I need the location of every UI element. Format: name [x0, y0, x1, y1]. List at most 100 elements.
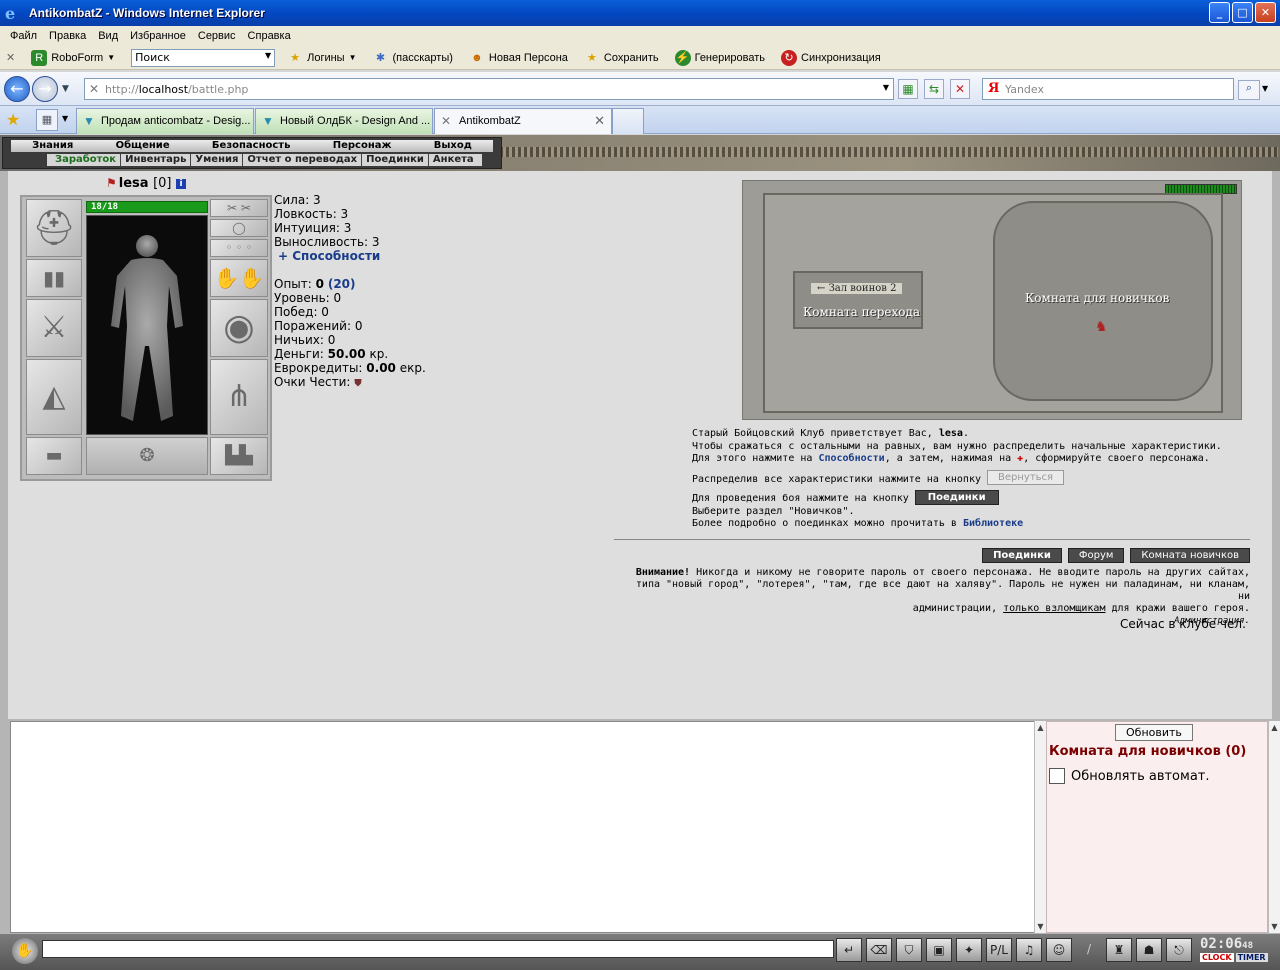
passcards-button[interactable]: ✱ (пасскарты): [373, 50, 453, 66]
stop-icon[interactable]: ✕: [950, 79, 970, 99]
map-label-warriors-hall[interactable]: ← Зал воинов 2: [811, 283, 903, 294]
players-icon[interactable]: ✦: [956, 938, 982, 962]
menu-communication[interactable]: Общение: [116, 140, 170, 152]
window-title: AntikombatZ - Windows Internet Explorer: [29, 6, 265, 20]
shield-slot[interactable]: ◉: [210, 299, 268, 357]
chat-mode-icon[interactable]: ✋: [12, 938, 38, 964]
submenu-skills[interactable]: Умения: [191, 154, 244, 166]
logins-button[interactable]: ★ Логины ▼: [287, 50, 356, 66]
helmet-slot[interactable]: ⛑: [26, 199, 82, 257]
helmet-icon[interactable]: ☗: [1136, 938, 1162, 962]
tab-antikombatz[interactable]: ✕ AntikombatZ ✕: [434, 108, 612, 134]
sound-icon[interactable]: ♫: [1016, 938, 1042, 962]
character-name: ⚑ lesa [0] i: [106, 176, 187, 191]
back-button[interactable]: ←: [4, 75, 30, 102]
menu-help[interactable]: Справка: [242, 30, 297, 42]
bracers-slot[interactable]: ▮▮: [26, 259, 82, 297]
abilities-link[interactable]: + Способности: [278, 249, 426, 263]
auto-refresh-checkbox[interactable]: [1049, 768, 1065, 784]
tab-sell-anticombatz[interactable]: ▼ Продам anticombatz - Desig...: [76, 108, 254, 134]
save-chat-icon[interactable]: ▣: [926, 938, 952, 962]
search-button[interactable]: ⌕: [1238, 80, 1260, 100]
stat-eurocredits: Еврокредиты: 0.00 екр.: [274, 361, 426, 375]
timer-label[interactable]: TIMER: [1235, 953, 1268, 962]
submenu-transfer-report[interactable]: Отчет о переводах: [243, 154, 363, 166]
search-input[interactable]: Я Yandex: [982, 78, 1234, 100]
send-icon[interactable]: ↵: [836, 938, 862, 962]
submenu-fights[interactable]: Поединки: [362, 154, 429, 166]
boots-slot[interactable]: ▙▙: [210, 437, 268, 475]
armor-slot[interactable]: ◭: [26, 359, 82, 435]
newbies-room-button[interactable]: Комната новичков: [1130, 548, 1250, 563]
tab-new-oldbk[interactable]: ▼ Новый ОлдБК - Design And ...: [255, 108, 433, 134]
info-icon[interactable]: i: [176, 179, 187, 189]
map-room-transfer[interactable]: [793, 271, 923, 329]
auto-refresh-option[interactable]: Обновлять автомат.: [1049, 768, 1210, 784]
map-label-transfer-room[interactable]: Комната перехода: [803, 305, 920, 319]
room-scrollbar[interactable]: ▲ ▼: [1268, 721, 1280, 933]
tab-close-icon[interactable]: ✕: [594, 113, 605, 129]
favorites-star-icon[interactable]: ★: [6, 110, 20, 129]
earrings-slot[interactable]: ✂ ✂: [210, 199, 268, 217]
refresh-icon[interactable]: ⇆: [924, 79, 944, 99]
refresh-button[interactable]: Обновить: [1115, 724, 1193, 741]
filter-icon[interactable]: ⛉: [896, 938, 922, 962]
menu-edit[interactable]: Правка: [43, 30, 92, 42]
menu-security[interactable]: Безопасность: [212, 140, 291, 152]
close-toolbar-icon[interactable]: ✕: [6, 51, 15, 64]
tab-list-icon[interactable]: ▼: [62, 114, 68, 123]
ie-logo-icon: e: [5, 4, 16, 23]
eraser-icon[interactable]: ⌫: [866, 938, 892, 962]
new-tab-button[interactable]: [612, 108, 644, 134]
weapon-slot[interactable]: ⚔: [26, 299, 82, 357]
map-label-newbies-room[interactable]: Комната для новичков: [1025, 291, 1169, 305]
belt-slot[interactable]: ▬: [26, 437, 82, 475]
address-dropdown-icon[interactable]: ▼: [883, 83, 889, 92]
menu-file[interactable]: Файл: [4, 30, 43, 42]
new-person-button[interactable]: ☻ Новая Персона: [469, 50, 568, 66]
search-options-icon[interactable]: ▼: [1262, 84, 1268, 93]
translit-icon[interactable]: P/L: [986, 938, 1012, 962]
compat-view-icon[interactable]: ▦: [898, 79, 918, 99]
hackers-link[interactable]: только взломщикам: [1003, 603, 1105, 614]
menu-view[interactable]: Вид: [92, 30, 124, 42]
menu-character[interactable]: Персонаж: [333, 140, 392, 152]
forward-button[interactable]: →: [32, 75, 58, 102]
menu-tools[interactable]: Сервис: [192, 30, 242, 42]
fights-inline-button[interactable]: Поединки: [914, 490, 999, 505]
submenu-earnings[interactable]: Заработок: [51, 154, 122, 166]
maximize-button[interactable]: □: [1232, 2, 1253, 23]
smiley-icon[interactable]: ☺: [1046, 938, 1072, 962]
stat-level: Уровень: 0: [274, 291, 342, 305]
chat-scrollbar[interactable]: ▲ ▼: [1034, 721, 1046, 933]
menu-exit[interactable]: Выход: [434, 140, 472, 152]
menu-favorites[interactable]: Избранное: [124, 30, 192, 42]
submenu-profile[interactable]: Анкета: [429, 154, 478, 166]
save-button[interactable]: ★ Сохранить: [584, 50, 659, 66]
exit-icon[interactable]: ⎋: [1166, 938, 1192, 962]
close-button[interactable]: ✕: [1255, 2, 1276, 23]
bag-icon[interactable]: ♜: [1106, 938, 1132, 962]
gloves-slot[interactable]: ✋✋: [210, 259, 268, 297]
generate-button[interactable]: ⚡ Генерировать: [674, 49, 765, 66]
quick-tabs-icon[interactable]: ▦: [36, 109, 58, 131]
minimize-button[interactable]: _: [1209, 2, 1230, 23]
fights-button[interactable]: Поединки: [982, 548, 1062, 563]
library-link[interactable]: Библиотеке: [963, 518, 1023, 529]
roboform-search-input[interactable]: Поиск ▼: [131, 48, 276, 67]
header-ornament: [500, 147, 1278, 157]
history-dropdown-icon[interactable]: ▼: [62, 84, 69, 94]
abilities-inline-link[interactable]: Способности: [818, 453, 884, 464]
forum-button[interactable]: Форум: [1067, 548, 1125, 563]
submenu-inventory[interactable]: Инвентарь: [121, 154, 192, 166]
leggings-slot[interactable]: ⋔: [210, 359, 268, 435]
roboform-button[interactable]: R RoboForm ▼: [31, 49, 115, 66]
return-button[interactable]: Вернуться: [987, 469, 1065, 485]
clock-label[interactable]: CLOCK: [1200, 953, 1234, 962]
amulet-slot[interactable]: ◯: [210, 219, 268, 237]
address-input[interactable]: ✕ http://localhost/battle.php ▼: [84, 78, 894, 100]
sync-button[interactable]: ↻ Синхронизация: [781, 49, 881, 66]
menu-knowledge[interactable]: Знания: [32, 140, 73, 152]
rings-slot[interactable]: ◦ ◦ ◦: [210, 239, 268, 257]
chat-input[interactable]: [42, 940, 834, 958]
